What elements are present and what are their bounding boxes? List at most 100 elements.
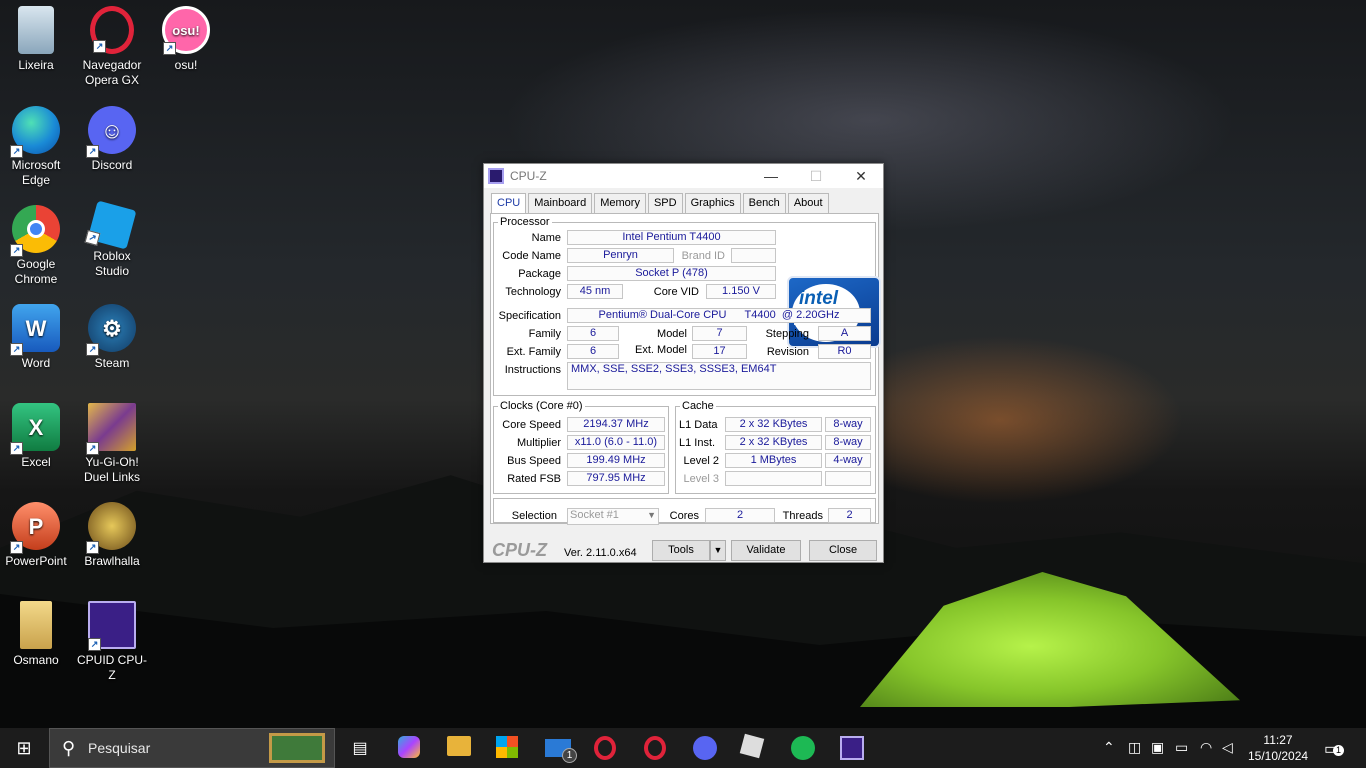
wifi-icon[interactable]: ◠ <box>1200 739 1212 756</box>
threads-value: 2 <box>828 508 871 523</box>
level2-value: 1 MBytes <box>725 453 822 468</box>
minimize-button[interactable]: — <box>748 164 794 188</box>
spec-label: Specification <box>498 310 561 322</box>
desktop-icon-osmano[interactable]: Osmano <box>0 601 72 668</box>
core-speed-value: 2194.37 MHz <box>567 417 665 432</box>
steam-icon: ⚙ ↗ <box>86 304 136 356</box>
validate-button[interactable]: Validate <box>731 540 801 561</box>
ms-store-icon[interactable] <box>496 736 518 758</box>
opera-gx-taskbar-icon[interactable] <box>594 736 616 760</box>
ext-model-value: 17 <box>692 344 747 359</box>
tab-spd[interactable]: SPD <box>647 193 683 213</box>
stepping-value: A <box>818 326 871 341</box>
windows-start-icon[interactable]: ⊞ <box>12 736 36 760</box>
desktop-icon-discord[interactable]: ☺ ↗ Discord <box>76 106 148 173</box>
clock-time: 11:27 <box>1263 733 1293 747</box>
mail-badge: 1 <box>562 748 577 763</box>
multiplier-label: Multiplier <box>516 437 561 449</box>
instructions-value: MMX, SSE, SSE2, SSE3, SSSE3, EM64T <box>567 362 871 390</box>
desktop-icon-label: Excel <box>21 455 51 469</box>
cpuz-footer-logo: CPU-Z <box>492 540 547 560</box>
desktop-icon-osu[interactable]: osu! ↗ osu! <box>150 6 222 73</box>
file-explorer-icon[interactable] <box>447 736 471 756</box>
ext-model-label: Ext. Model <box>635 344 687 356</box>
battery-icon[interactable]: ▭ <box>1175 739 1188 756</box>
desktop-icon-steam[interactable]: ⚙ ↗ Steam <box>76 304 148 371</box>
security-icon[interactable]: ▣ <box>1151 739 1164 756</box>
desktop-icon-roblox-studio[interactable]: ↗ Roblox Studio <box>76 200 148 279</box>
cpuz-taskbar-icon[interactable] <box>840 736 864 760</box>
socket-select[interactable]: Socket #1 ▼ <box>567 508 659 525</box>
family-label: Family <box>528 328 561 340</box>
desktop-icon-edge[interactable]: ↗ Microsoft Edge <box>0 106 72 188</box>
word-icon: W ↗ <box>10 304 60 356</box>
taskbar-search[interactable]: ⚲ Pesquisar <box>49 728 335 768</box>
maximize-button[interactable]: ☐ <box>793 164 839 188</box>
desktop-icon-label: osu! <box>174 58 198 72</box>
search-placeholder: Pesquisar <box>88 740 151 756</box>
l1-data-value: 2 x 32 KBytes <box>725 417 822 432</box>
desktop-icon-word[interactable]: W ↗ Word <box>0 304 72 371</box>
desktop-icon-cpuz[interactable]: ↗ CPUID CPU-Z <box>76 601 148 683</box>
desktop-icon-chrome[interactable]: ↗ Google Chrome <box>0 205 72 287</box>
spotify-taskbar-icon[interactable] <box>791 736 815 760</box>
desktop-icon-brawlhalla[interactable]: ↗ Brawlhalla <box>76 502 148 569</box>
l1-data-label: L1 Data <box>679 419 718 431</box>
instructions-label: Instructions <box>504 364 561 376</box>
meet-now-icon[interactable]: ◫ <box>1128 739 1141 756</box>
search-icon: ⚲ <box>62 738 76 758</box>
tab-strip: CPU Mainboard Memory SPD Graphics Bench … <box>491 193 831 214</box>
family-value: 6 <box>567 326 619 341</box>
tab-graphics[interactable]: Graphics <box>684 193 741 213</box>
yugioh-icon: ↗ <box>86 403 136 455</box>
level3-label: Level 3 <box>683 473 719 485</box>
version-text: Ver. 2.11.0.x64 <box>564 547 637 559</box>
chrome-icon: ↗ <box>10 205 60 257</box>
tab-bench[interactable]: Bench <box>742 193 786 213</box>
cpuz-app-icon <box>488 168 504 184</box>
close-window-button[interactable]: ✕ <box>838 164 884 188</box>
desktop-icon-label: Google Chrome <box>14 257 58 286</box>
search-highlight-icon <box>269 733 325 763</box>
desktop-icon-excel[interactable]: X ↗ Excel <box>0 403 72 470</box>
socket-select-value: Socket #1 <box>570 509 619 521</box>
mail-icon[interactable]: 1 <box>545 739 577 763</box>
tab-about[interactable]: About <box>787 193 829 213</box>
desktop-icon-powerpoint[interactable]: P ↗ PowerPoint <box>0 502 72 569</box>
task-view-icon[interactable]: ▤ <box>348 736 372 760</box>
roblox-taskbar-icon[interactable] <box>739 733 765 759</box>
desktop-icon-label: Roblox Studio <box>93 249 131 278</box>
discord-taskbar-icon[interactable] <box>693 736 717 760</box>
ext-family-value: 6 <box>567 344 619 359</box>
powerpoint-icon: P ↗ <box>10 502 60 554</box>
folder-icon <box>20 601 52 649</box>
tools-dropdown-icon[interactable]: ▼ <box>710 540 726 561</box>
desktop-icon-opera-gx[interactable]: ↗ Navegador Opera GX <box>76 6 148 88</box>
opera-taskbar-icon[interactable] <box>644 736 666 760</box>
volume-icon[interactable]: ◁ <box>1222 739 1233 756</box>
desktop-icon-label: PowerPoint <box>5 554 67 568</box>
desktop-icon-yugioh[interactable]: ↗ Yu-Gi-Oh! Duel Links <box>76 403 148 485</box>
package-label: Package <box>518 268 561 280</box>
desktop-icon-lixeira[interactable]: Lixeira <box>0 6 72 73</box>
copilot-icon[interactable] <box>398 736 420 758</box>
tab-mainboard[interactable]: Mainboard <box>528 193 593 213</box>
osu-icon: osu! ↗ <box>162 6 210 55</box>
threads-label: Threads <box>782 510 823 522</box>
level2-assoc: 4-way <box>825 453 871 468</box>
chevron-up-icon[interactable]: ⌃ <box>1103 739 1115 756</box>
name-value: Intel Pentium T4400 <box>567 230 776 245</box>
cpuz-window[interactable]: CPU-Z — ☐ ✕ CPU Mainboard Memory SPD Gra… <box>483 163 884 563</box>
tab-cpu[interactable]: CPU <box>491 193 527 214</box>
cpuz-icon: ↗ <box>88 601 136 651</box>
system-clock[interactable]: 11:27 15/10/2024 <box>1248 732 1308 764</box>
tools-button[interactable]: Tools <box>652 540 710 561</box>
window-title: CPU-Z <box>510 169 547 183</box>
title-bar[interactable]: CPU-Z — ☐ ✕ <box>484 164 883 188</box>
discord-icon: ☺ ↗ <box>86 106 136 158</box>
l1-inst-label: L1 Inst. <box>679 437 716 449</box>
tab-memory[interactable]: Memory <box>594 193 646 213</box>
notification-icon[interactable]: ▭ 1 <box>1324 739 1344 759</box>
close-button[interactable]: Close <box>809 540 877 561</box>
bus-speed-label: Bus Speed <box>507 455 561 467</box>
